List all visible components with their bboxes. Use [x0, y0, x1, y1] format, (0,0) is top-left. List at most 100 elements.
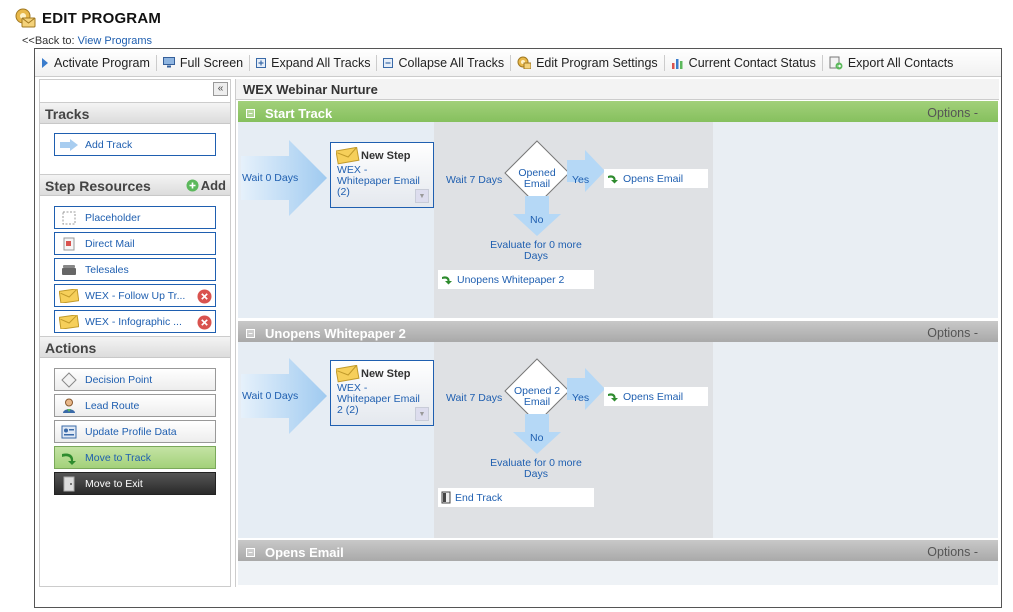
- step-title: New Step: [361, 368, 411, 380]
- email-icon: [336, 147, 360, 165]
- action-label: Move to Exit: [85, 477, 143, 490]
- evaluate-label: Evaluate for 0 more Days: [490, 239, 582, 262]
- no-target-label: End Track: [455, 491, 503, 504]
- collapse-track-icon[interactable]: –: [246, 328, 255, 338]
- direct-mail-icon: [59, 236, 79, 252]
- track-start: – Start Track Options - Wait 0 Days New …: [238, 101, 998, 321]
- toolbar: Activate Program Full Screen Expand All …: [35, 49, 1001, 77]
- step-resources-header-label: Step Resources: [45, 178, 151, 194]
- view-programs-link[interactable]: View Programs: [78, 35, 152, 47]
- yes-target-label: Opens Email: [623, 172, 684, 185]
- add-resource-label: Add: [200, 178, 226, 193]
- track-opens-email: – Opens Email Options -: [238, 540, 998, 585]
- yes-target-label: Opens Email: [623, 390, 684, 403]
- action-decision-point[interactable]: Decision Point: [54, 368, 216, 391]
- step-dropdown-icon[interactable]: ▼: [415, 407, 429, 421]
- action-update-profile-data[interactable]: Update Profile Data: [54, 420, 216, 443]
- telephone-icon: [59, 262, 79, 278]
- resource-telesales[interactable]: Telesales: [54, 258, 216, 281]
- placeholder-icon: [59, 210, 79, 226]
- expand-all-tracks-button[interactable]: Expand All Tracks: [250, 49, 376, 77]
- resource-wex-follow-up[interactable]: WEX - Follow Up Tr...: [54, 284, 216, 307]
- resource-placeholder[interactable]: Placeholder: [54, 206, 216, 229]
- add-resource-button[interactable]: Add: [186, 178, 226, 193]
- activate-program-button[interactable]: Activate Program: [35, 49, 156, 77]
- exit-door-icon: [59, 476, 79, 492]
- no-target-label: Unopens Whitepaper 2: [457, 273, 565, 286]
- email-icon: [59, 314, 79, 330]
- play-arrow-icon: [42, 57, 48, 68]
- step-dropdown-icon[interactable]: ▼: [415, 189, 429, 203]
- page-header: EDIT PROGRAM: [14, 8, 161, 28]
- resource-direct-mail[interactable]: Direct Mail: [54, 232, 216, 255]
- delete-resource-icon[interactable]: [197, 315, 212, 330]
- collapse-sidebar-button[interactable]: «: [213, 82, 228, 96]
- edit-program-settings-button[interactable]: Edit Program Settings: [511, 49, 664, 77]
- export-icon: [829, 56, 843, 69]
- step-description: WEX - Whitepaper Email (2): [337, 164, 420, 198]
- action-lead-route[interactable]: Lead Route: [54, 394, 216, 417]
- monitor-icon: [162, 57, 175, 68]
- email-icon: [59, 288, 79, 304]
- add-track-label: Add Track: [85, 138, 133, 151]
- wait-label: Wait 0 Days: [242, 390, 299, 402]
- resource-label: WEX - Follow Up Tr...: [85, 289, 186, 302]
- tracks-section-header: Tracks: [40, 102, 230, 124]
- settings-gear-icon: [517, 56, 532, 69]
- add-track-button[interactable]: Add Track: [54, 133, 216, 156]
- collapse-all-tracks-button[interactable]: Collapse All Tracks: [377, 49, 510, 77]
- actions-section-header: Actions: [40, 336, 230, 358]
- plus-circle-icon: [186, 179, 199, 192]
- track-body: Wait 0 Days New Step WEX - Whitepaper Em…: [238, 122, 998, 318]
- current-contact-status-label: Current Contact Status: [688, 55, 816, 70]
- step-box[interactable]: New Step WEX - Whitepaper Email (2) ▼: [330, 142, 434, 208]
- step-resources-section-header: Step Resources Add: [40, 174, 230, 196]
- track-name: Start Track: [265, 105, 333, 121]
- resource-label: Telesales: [85, 263, 129, 276]
- full-screen-button[interactable]: Full Screen: [157, 49, 249, 77]
- no-target-link[interactable]: Unopens Whitepaper 2: [438, 270, 594, 289]
- wait-label: Wait 0 Days: [242, 172, 299, 184]
- collapse-icon: [383, 57, 394, 68]
- export-all-contacts-button[interactable]: Export All Contacts: [823, 49, 960, 77]
- arrow-curve-icon: [59, 450, 79, 466]
- edit-program-settings-label: Edit Program Settings: [536, 55, 658, 70]
- move-to-track-icon: [608, 393, 618, 402]
- resource-label: Direct Mail: [85, 237, 135, 250]
- person-icon: [59, 398, 79, 414]
- track-header[interactable]: – Start Track Options -: [238, 101, 998, 122]
- export-all-contacts-label: Export All Contacts: [847, 55, 954, 70]
- track-options-button[interactable]: Options -: [927, 326, 978, 340]
- bar-chart-icon: [671, 58, 683, 69]
- page-title: EDIT PROGRAM: [42, 9, 162, 27]
- delete-resource-icon[interactable]: [197, 289, 212, 304]
- action-label: Decision Point: [85, 373, 153, 386]
- move-to-track-icon: [608, 175, 618, 184]
- email-icon: [336, 365, 360, 383]
- yes-target-link[interactable]: Opens Email: [604, 387, 708, 406]
- actions-header-label: Actions: [45, 340, 97, 356]
- track-options-button[interactable]: Options -: [927, 545, 978, 559]
- step-box[interactable]: New Step WEX - Whitepaper Email 2 (2) ▼: [330, 360, 434, 426]
- action-move-to-exit[interactable]: Move to Exit: [54, 472, 216, 495]
- decision-label: Opened 2 Email: [513, 385, 561, 408]
- track-body: [238, 561, 998, 585]
- step-description: WEX - Whitepaper Email 2 (2): [337, 382, 420, 416]
- resource-wex-infographic[interactable]: WEX - Infographic ...: [54, 310, 216, 333]
- action-label: Update Profile Data: [85, 425, 177, 438]
- back-prefix: <<Back to:: [22, 35, 75, 47]
- yes-target-link[interactable]: Opens Email: [604, 169, 708, 188]
- track-header[interactable]: – Opens Email Options -: [238, 540, 998, 561]
- resource-label: Placeholder: [85, 211, 141, 224]
- track-options-button[interactable]: Options -: [927, 106, 978, 120]
- full-screen-label: Full Screen: [179, 55, 244, 70]
- decision-wait-label: Wait 7 Days: [446, 392, 503, 404]
- collapse-track-icon[interactable]: –: [246, 108, 255, 118]
- track-header[interactable]: – Unopens Whitepaper 2 Options -: [238, 321, 998, 342]
- current-contact-status-button[interactable]: Current Contact Status: [665, 49, 822, 77]
- no-target-link[interactable]: End Track: [438, 488, 594, 507]
- program-name: WEX Webinar Nurture: [236, 79, 999, 100]
- add-track-arrow-icon: [59, 137, 79, 153]
- collapse-track-icon[interactable]: –: [246, 547, 255, 557]
- action-move-to-track[interactable]: Move to Track: [54, 446, 216, 469]
